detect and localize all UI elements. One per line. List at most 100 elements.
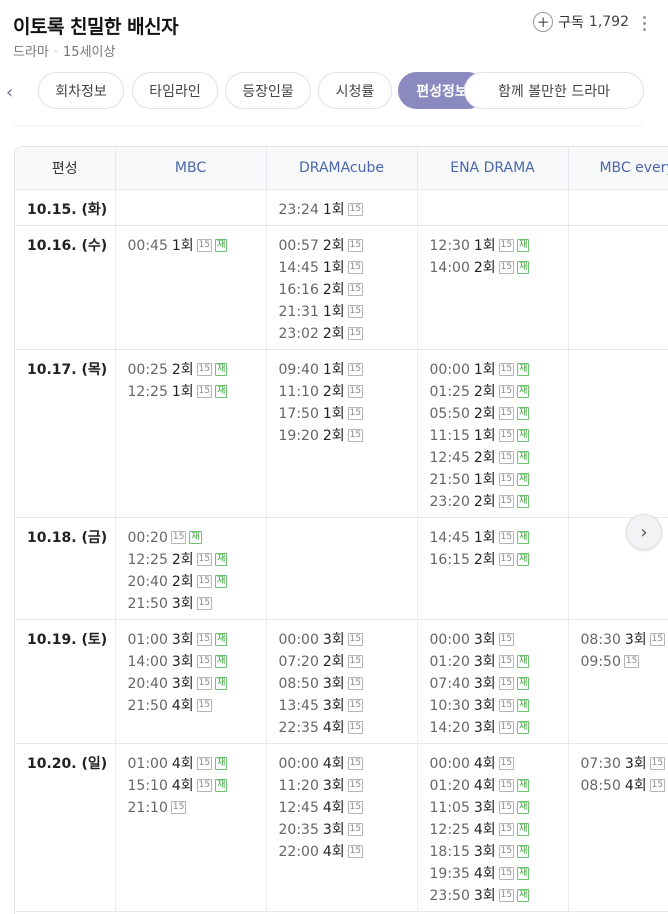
table-row: 10.19. (토) 01:00 3회 15 재 14:00 3회 15 재 20:40 3회 15 재… (15, 619, 668, 744)
episode-number: 3회 (322, 697, 345, 714)
schedule-table: 편성MBCDRAMAcubeENA DRAMAMBC every1 10.15.… (14, 146, 668, 914)
age-15-badge: 15 (498, 531, 515, 544)
age-15-badge: 15 (347, 845, 364, 858)
broadcast-entry: 00:25 2회 15 재 (128, 359, 266, 381)
air-time: 05:50 (429, 405, 470, 422)
air-time: 16:16 (278, 281, 319, 298)
air-time: 22:35 (278, 719, 319, 736)
air-time: 20:40 (127, 675, 168, 692)
broadcast-entry: 21:50 3회 15 (128, 593, 266, 615)
age-15-badge: 15 (196, 385, 213, 398)
air-time: 14:00 (429, 259, 470, 276)
broadcast-entry: 00:45 1회 15 재 (128, 235, 266, 257)
air-time: 16:15 (429, 551, 470, 568)
age-15-badge: 15 (196, 553, 213, 566)
age-15-badge: 15 (498, 823, 515, 836)
broadcast-entry: 12:45 2회 15 재 (430, 447, 568, 469)
chevron-right-icon: › (640, 521, 648, 543)
schedule-cell (266, 517, 418, 620)
schedule-cell: 23:24 1회 15 (266, 189, 418, 226)
air-time: 11:10 (278, 383, 319, 400)
next-page-button[interactable]: › (626, 514, 662, 550)
air-time: 01:00 (127, 631, 168, 648)
tab-0[interactable]: 회차정보 (38, 72, 124, 109)
age-15-badge: 15 (347, 699, 364, 712)
subscribe-button[interactable]: + 구독 1,792 (533, 12, 629, 32)
age-15-badge: 15 (498, 721, 515, 734)
rerun-badge: 재 (517, 721, 530, 734)
rerun-badge: 재 (517, 867, 530, 880)
broadcast-entry: 22:35 4회 15 (279, 717, 417, 739)
channel-header[interactable]: DRAMAcube (266, 147, 418, 190)
broadcast-entry: 12:25 2회 15 재 (128, 549, 266, 571)
air-time: 01:25 (429, 383, 470, 400)
more-options-icon[interactable] (643, 16, 647, 34)
broadcast-entry: 00:00 1회 15 재 (430, 359, 568, 381)
episode-number: 3회 (624, 755, 647, 772)
air-time: 19:20 (278, 427, 319, 444)
schedule-cell (568, 189, 668, 226)
broadcast-entry: 12:25 4회 15 재 (430, 819, 568, 841)
air-time: 21:31 (278, 303, 319, 320)
broadcast-entry: 07:20 2회 15 (279, 651, 417, 673)
age-15-badge: 15 (170, 531, 187, 544)
age-15-badge: 15 (649, 757, 666, 770)
schedule-cell: 09:40 1회 15 11:10 2회 15 17:50 1회 15 19:20 2회 15 (266, 349, 418, 518)
plus-icon: + (533, 12, 554, 32)
broadcast-entry: 10:30 3회 15 재 (430, 695, 568, 717)
air-time: 14:45 (429, 529, 470, 546)
tab-bar: ‹ 회차정보 타임라인 등장인물 시청률 편성정보 함께 볼만한 드라마 (0, 70, 668, 112)
rerun-badge: 재 (517, 531, 530, 544)
table-row: 10.18. (금) 00:20 15 재 12:25 2회 15 재 20:40 2회 15 재 21… (15, 517, 668, 620)
program-meta: 드라마 · 15세이상 (13, 41, 115, 60)
age-15-badge: 15 (498, 495, 515, 508)
table-row: 10.15. (화) 23:24 1회 15 (15, 189, 668, 226)
schedule-cell: 00:25 2회 15 재 12:25 1회 15 재 (115, 349, 267, 518)
chevron-left-icon[interactable]: ‹ (6, 82, 13, 103)
broadcast-entry: 00:20 15 재 (128, 527, 266, 549)
date-cell: 10.20. (일) (15, 743, 116, 912)
tab-3[interactable]: 시청률 (318, 72, 392, 109)
episode-number: 4회 (473, 821, 496, 838)
broadcast-entry: 20:35 3회 15 (279, 819, 417, 841)
age-15-badge: 15 (498, 473, 515, 486)
rerun-badge: 재 (517, 553, 530, 566)
channel-header[interactable]: MBC (115, 147, 267, 190)
air-time: 01:20 (429, 777, 470, 794)
broadcast-entry: 14:45 1회 15 재 (430, 527, 568, 549)
broadcast-entry: 15:10 4회 15 재 (128, 775, 266, 797)
channel-header[interactable]: ENA DRAMA (417, 147, 569, 190)
air-time: 07:20 (278, 653, 319, 670)
episode-number: 3회 (322, 675, 345, 692)
schedule-cell: 00:00 4회 15 11:20 3회 15 12:45 4회 15 20:35 3회 15 22:0… (266, 743, 418, 912)
age-15-badge: 15 (623, 655, 640, 668)
age-15-badge: 15 (347, 407, 364, 420)
episode-number: 3회 (473, 675, 496, 692)
episode-number: 2회 (473, 383, 496, 400)
channel-header[interactable]: MBC every1 (568, 147, 668, 190)
schedule-cell (568, 349, 668, 518)
episode-number: 3회 (473, 631, 496, 648)
tab-2[interactable]: 등장인물 (225, 72, 311, 109)
tab-1[interactable]: 타임라인 (132, 72, 218, 109)
episode-number: 1회 (322, 405, 345, 422)
air-time: 00:00 (429, 361, 470, 378)
episode-number: 2회 (322, 281, 345, 298)
age-15-badge: 15 (498, 363, 515, 376)
broadcast-entry: 11:20 3회 15 (279, 775, 417, 797)
episode-number: 3회 (473, 887, 496, 904)
rerun-badge: 재 (215, 779, 228, 792)
air-time: 12:25 (127, 383, 168, 400)
tab-5[interactable]: 함께 볼만한 드라마 (464, 72, 644, 109)
episode-number: 3회 (171, 631, 194, 648)
age-15-badge: 15 (196, 633, 213, 646)
schedule-cell: 01:00 3회 15 재 14:00 3회 15 재 20:40 3회 15 재 21:50 4회 15 (115, 619, 267, 744)
rerun-badge: 재 (215, 239, 228, 252)
age-15-badge: 15 (347, 677, 364, 690)
episode-number: 3회 (322, 821, 345, 838)
air-time: 15:10 (127, 777, 168, 794)
rerun-badge: 재 (215, 677, 228, 690)
broadcast-entry: 09:40 1회 15 (279, 359, 417, 381)
broadcast-entry: 14:00 3회 15 재 (128, 651, 266, 673)
broadcast-entry: 00:00 3회 15 (279, 629, 417, 651)
